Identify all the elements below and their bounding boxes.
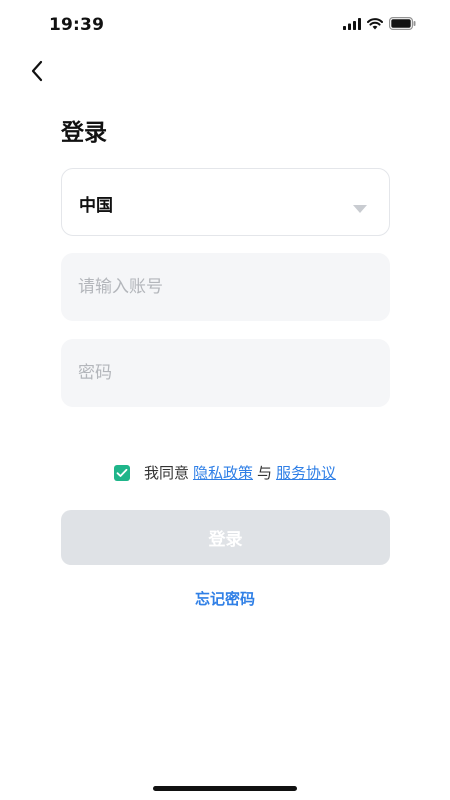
home-indicator[interactable] bbox=[153, 786, 297, 791]
agreement-joiner: 与 bbox=[257, 464, 273, 482]
checkmark-icon bbox=[116, 468, 128, 477]
login-button[interactable]: 登录 bbox=[61, 510, 390, 565]
status-icons bbox=[343, 17, 416, 30]
page-title: 登录 bbox=[61, 120, 107, 146]
password-field bbox=[61, 339, 390, 407]
caret-down-icon bbox=[353, 198, 367, 217]
country-select[interactable]: 中国 bbox=[61, 168, 390, 236]
account-input[interactable] bbox=[61, 253, 390, 321]
account-field bbox=[61, 253, 390, 321]
battery-icon bbox=[389, 17, 416, 30]
forgot-password-link[interactable]: 忘记密码 bbox=[0, 588, 450, 609]
password-input[interactable] bbox=[61, 339, 390, 407]
terms-of-service-link[interactable]: 服务协议 bbox=[276, 462, 336, 483]
wifi-icon bbox=[367, 17, 383, 30]
privacy-policy-link[interactable]: 隐私政策 bbox=[193, 462, 253, 483]
agreement-checkbox[interactable] bbox=[113, 464, 130, 481]
signal-icon bbox=[343, 17, 361, 30]
status-bar: 19:39 bbox=[0, 0, 450, 50]
login-screen: 19:39 登录 中国 请输入账号 我同意 隐私政策 与 服务协议 登录 忘记密… bbox=[0, 0, 450, 800]
country-value: 中国 bbox=[79, 196, 113, 216]
status-time: 19:39 bbox=[49, 15, 105, 35]
chevron-left-icon bbox=[30, 60, 44, 86]
agreement-row: 我同意 隐私政策 与 服务协议 bbox=[0, 462, 450, 483]
agreement-prefix: 我同意 bbox=[143, 464, 189, 482]
back-button[interactable] bbox=[22, 58, 52, 88]
